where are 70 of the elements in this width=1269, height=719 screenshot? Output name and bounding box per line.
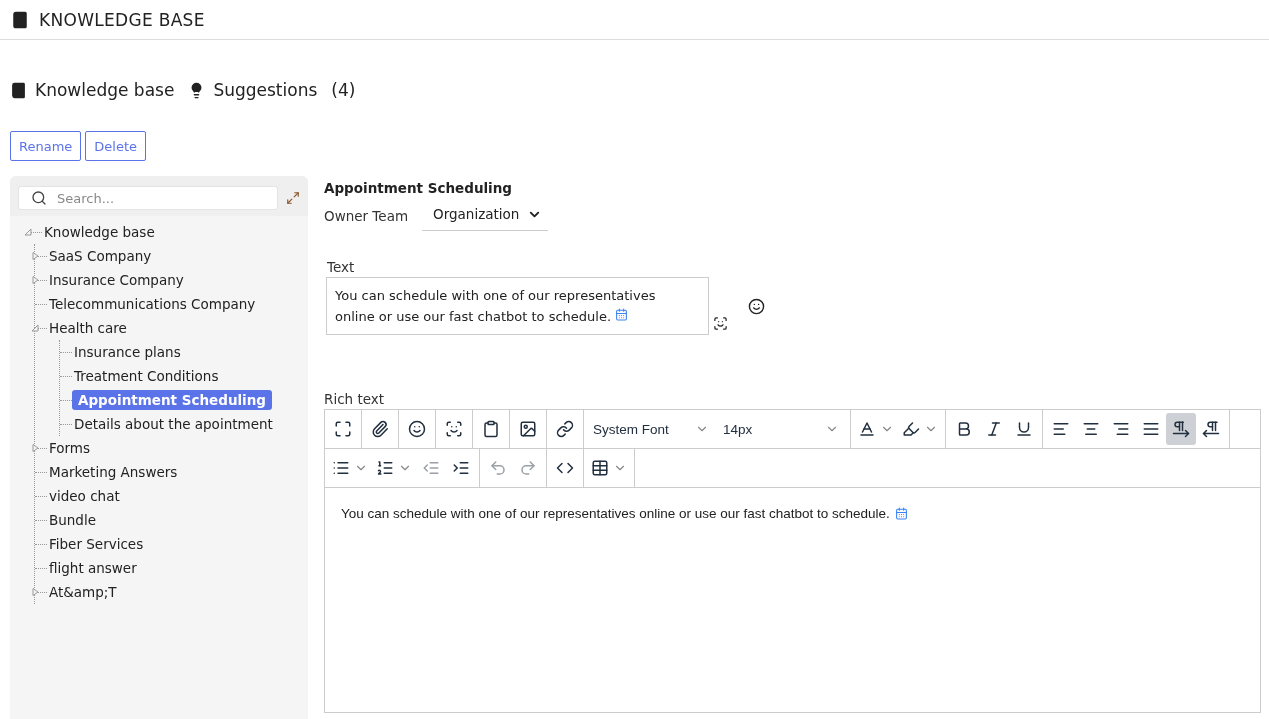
tree-item[interactable]: Marketing Answers bbox=[47, 462, 183, 482]
rich-text-label: Rich text bbox=[324, 391, 386, 407]
align-left-icon bbox=[1052, 420, 1070, 438]
tree-item[interactable]: Health care bbox=[47, 318, 132, 338]
owner-label: Owner Team bbox=[324, 207, 409, 224]
bullet-list-icon bbox=[332, 459, 350, 477]
action-button[interactable]: Rename bbox=[10, 131, 82, 161]
tree-item[interactable]: Appointment Scheduling bbox=[72, 390, 273, 410]
pilcrow-right-icon bbox=[1172, 420, 1190, 438]
search-field[interactable]: Search... bbox=[18, 186, 278, 210]
paperclip-icon bbox=[371, 420, 389, 438]
tree-item[interactable]: Telecommunications Company bbox=[47, 294, 261, 314]
section-link[interactable]: Suggestions bbox=[213, 80, 318, 100]
align-right-icon bbox=[1112, 420, 1130, 438]
calendar-icon bbox=[615, 308, 629, 321]
editor-text: You can schedule with one of our representatives online or use our fast chatbot to schedule. bbox=[341, 506, 890, 521]
tree-item[interactable]: At&amp;T bbox=[47, 582, 122, 602]
text-field[interactable]: You can schedule with one of our representatives online or use our fast chatbot to schedule. bbox=[326, 277, 709, 335]
owner-select[interactable]: Organization bbox=[422, 200, 549, 231]
font-family-select[interactable]: System Font bbox=[587, 413, 717, 445]
tree-item[interactable]: Knowledge base bbox=[42, 222, 160, 242]
text-label: Text bbox=[327, 259, 356, 275]
redo-icon bbox=[519, 459, 537, 477]
tree-item[interactable]: Treatment Conditions bbox=[72, 366, 224, 386]
expanded-icon[interactable] bbox=[25, 228, 32, 236]
collapsed-icon[interactable] bbox=[32, 588, 39, 596]
tree-item[interactable]: Fiber Services bbox=[47, 534, 149, 554]
undo-icon bbox=[489, 459, 507, 477]
expand-icon[interactable] bbox=[286, 191, 300, 205]
justify-icon bbox=[1142, 420, 1160, 438]
link-icon bbox=[556, 420, 574, 438]
font-size-select[interactable]: 14px bbox=[717, 413, 847, 445]
item-title: Appointment Scheduling bbox=[324, 180, 514, 196]
tree-item[interactable]: Insurance plans bbox=[72, 342, 186, 362]
search-icon bbox=[31, 190, 47, 206]
image-icon bbox=[519, 420, 537, 438]
table-icon bbox=[591, 459, 609, 477]
collapsed-icon[interactable] bbox=[32, 276, 39, 284]
page-title: KNOWLEDGE BASE bbox=[39, 9, 205, 30]
rich-text-editor[interactable]: System Font 14px You can schedule with one of our representatives online or use our fast chatbot to schedule. bbox=[324, 409, 1261, 713]
face-scan-icon bbox=[445, 420, 463, 438]
action-button[interactable]: Delete bbox=[85, 131, 147, 161]
calendar-icon bbox=[894, 507, 908, 520]
pilcrow-right-button[interactable] bbox=[1166, 413, 1196, 445]
align-center-icon bbox=[1082, 420, 1100, 438]
highlighter-icon bbox=[902, 420, 920, 438]
emoji-icon bbox=[408, 420, 426, 438]
underline-icon bbox=[1015, 420, 1033, 438]
tree-item[interactable]: Bundle bbox=[47, 510, 101, 530]
suggestion-count: (4) bbox=[331, 80, 356, 100]
collapsed-icon[interactable] bbox=[32, 252, 39, 260]
fullscreen-icon bbox=[334, 420, 352, 438]
numbered-list-icon bbox=[376, 459, 394, 477]
tree-item[interactable]: video chat bbox=[47, 486, 125, 506]
indent-icon bbox=[452, 459, 470, 477]
italic-icon bbox=[985, 420, 1003, 438]
outdent-icon bbox=[422, 459, 440, 477]
face-scan-icon[interactable] bbox=[713, 316, 728, 331]
tree-item[interactable]: Details about the apointment bbox=[72, 414, 278, 434]
tree-item[interactable]: flight answer bbox=[47, 558, 142, 578]
tree-item[interactable]: Forms bbox=[47, 438, 96, 458]
section-link[interactable]: Knowledge base bbox=[35, 80, 175, 100]
clipboard-icon bbox=[482, 420, 500, 438]
collapsed-icon[interactable] bbox=[32, 444, 39, 452]
pilcrow-left-icon bbox=[1202, 420, 1220, 438]
emoji-icon[interactable] bbox=[748, 297, 765, 315]
tree-item[interactable]: Insurance Company bbox=[47, 270, 189, 290]
text-color-icon bbox=[858, 420, 876, 438]
expanded-icon[interactable] bbox=[32, 324, 39, 332]
tree-item[interactable]: SaaS Company bbox=[47, 246, 157, 266]
